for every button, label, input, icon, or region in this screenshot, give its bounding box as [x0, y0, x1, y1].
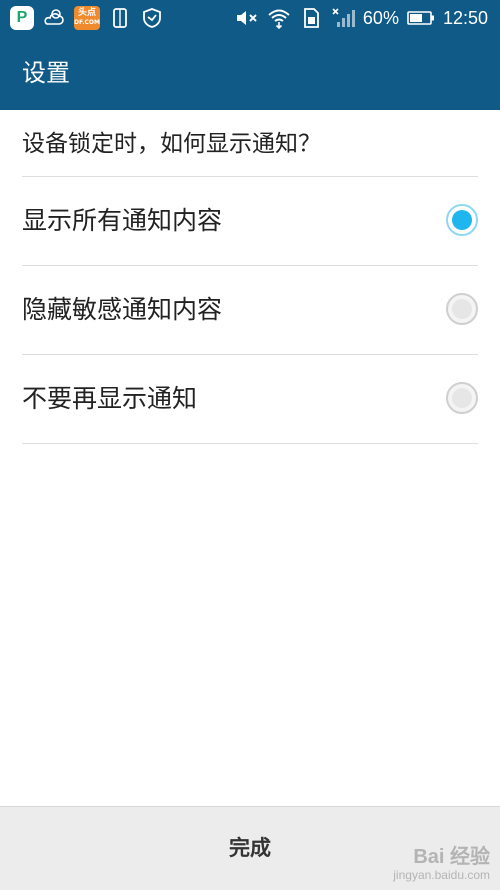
- app-bar: 设置: [0, 36, 500, 110]
- battery-percentage: 60%: [362, 8, 399, 28]
- option-hide-sensitive[interactable]: 隐藏敏感通知内容: [22, 266, 478, 355]
- question-heading: 设备锁定时，如何显示通知？: [22, 112, 478, 177]
- option-label: 显示所有通知内容: [22, 206, 223, 235]
- option-label: 不要再显示通知: [22, 384, 198, 413]
- app-p-icon: P: [10, 6, 34, 30]
- watermark: Bai 经验 jingyan.baidu.com: [393, 846, 490, 882]
- news-app-text-2: DF.COM: [74, 19, 100, 26]
- radio-button[interactable]: [446, 293, 478, 325]
- news-app-icon: 头点 DF.COM: [74, 6, 100, 30]
- radio-button[interactable]: [446, 382, 478, 414]
- phone-icon: [108, 6, 132, 30]
- status-bar-left: P 头点 DF.COM: [10, 6, 164, 30]
- bottom-bar: 完成 Bai 经验 jingyan.baidu.com: [0, 806, 500, 890]
- wifi-icon: [267, 6, 291, 30]
- sim-icon: [299, 6, 323, 30]
- option-show-all[interactable]: 显示所有通知内容: [22, 177, 478, 266]
- shield-icon: [140, 6, 164, 30]
- option-dont-show[interactable]: 不要再显示通知: [22, 355, 478, 444]
- clock: 12:50: [442, 8, 488, 28]
- weather-icon: [42, 6, 66, 30]
- page-title: 设置: [22, 59, 70, 87]
- watermark-logo-text: Bai 经验: [413, 846, 490, 868]
- option-label: 隐藏敏感通知内容: [22, 295, 223, 324]
- status-bar: P 头点 DF.COM 60% 12:50: [0, 0, 500, 36]
- battery-icon: [407, 6, 435, 30]
- radio-button-selected[interactable]: [446, 204, 478, 236]
- mute-icon: [235, 6, 259, 30]
- status-bar-right: 60% 12:50: [235, 6, 488, 30]
- news-app-text-1: 头点: [77, 8, 96, 18]
- watermark-url: jingyan.baidu.com: [393, 868, 490, 882]
- signal-icon: [331, 6, 355, 30]
